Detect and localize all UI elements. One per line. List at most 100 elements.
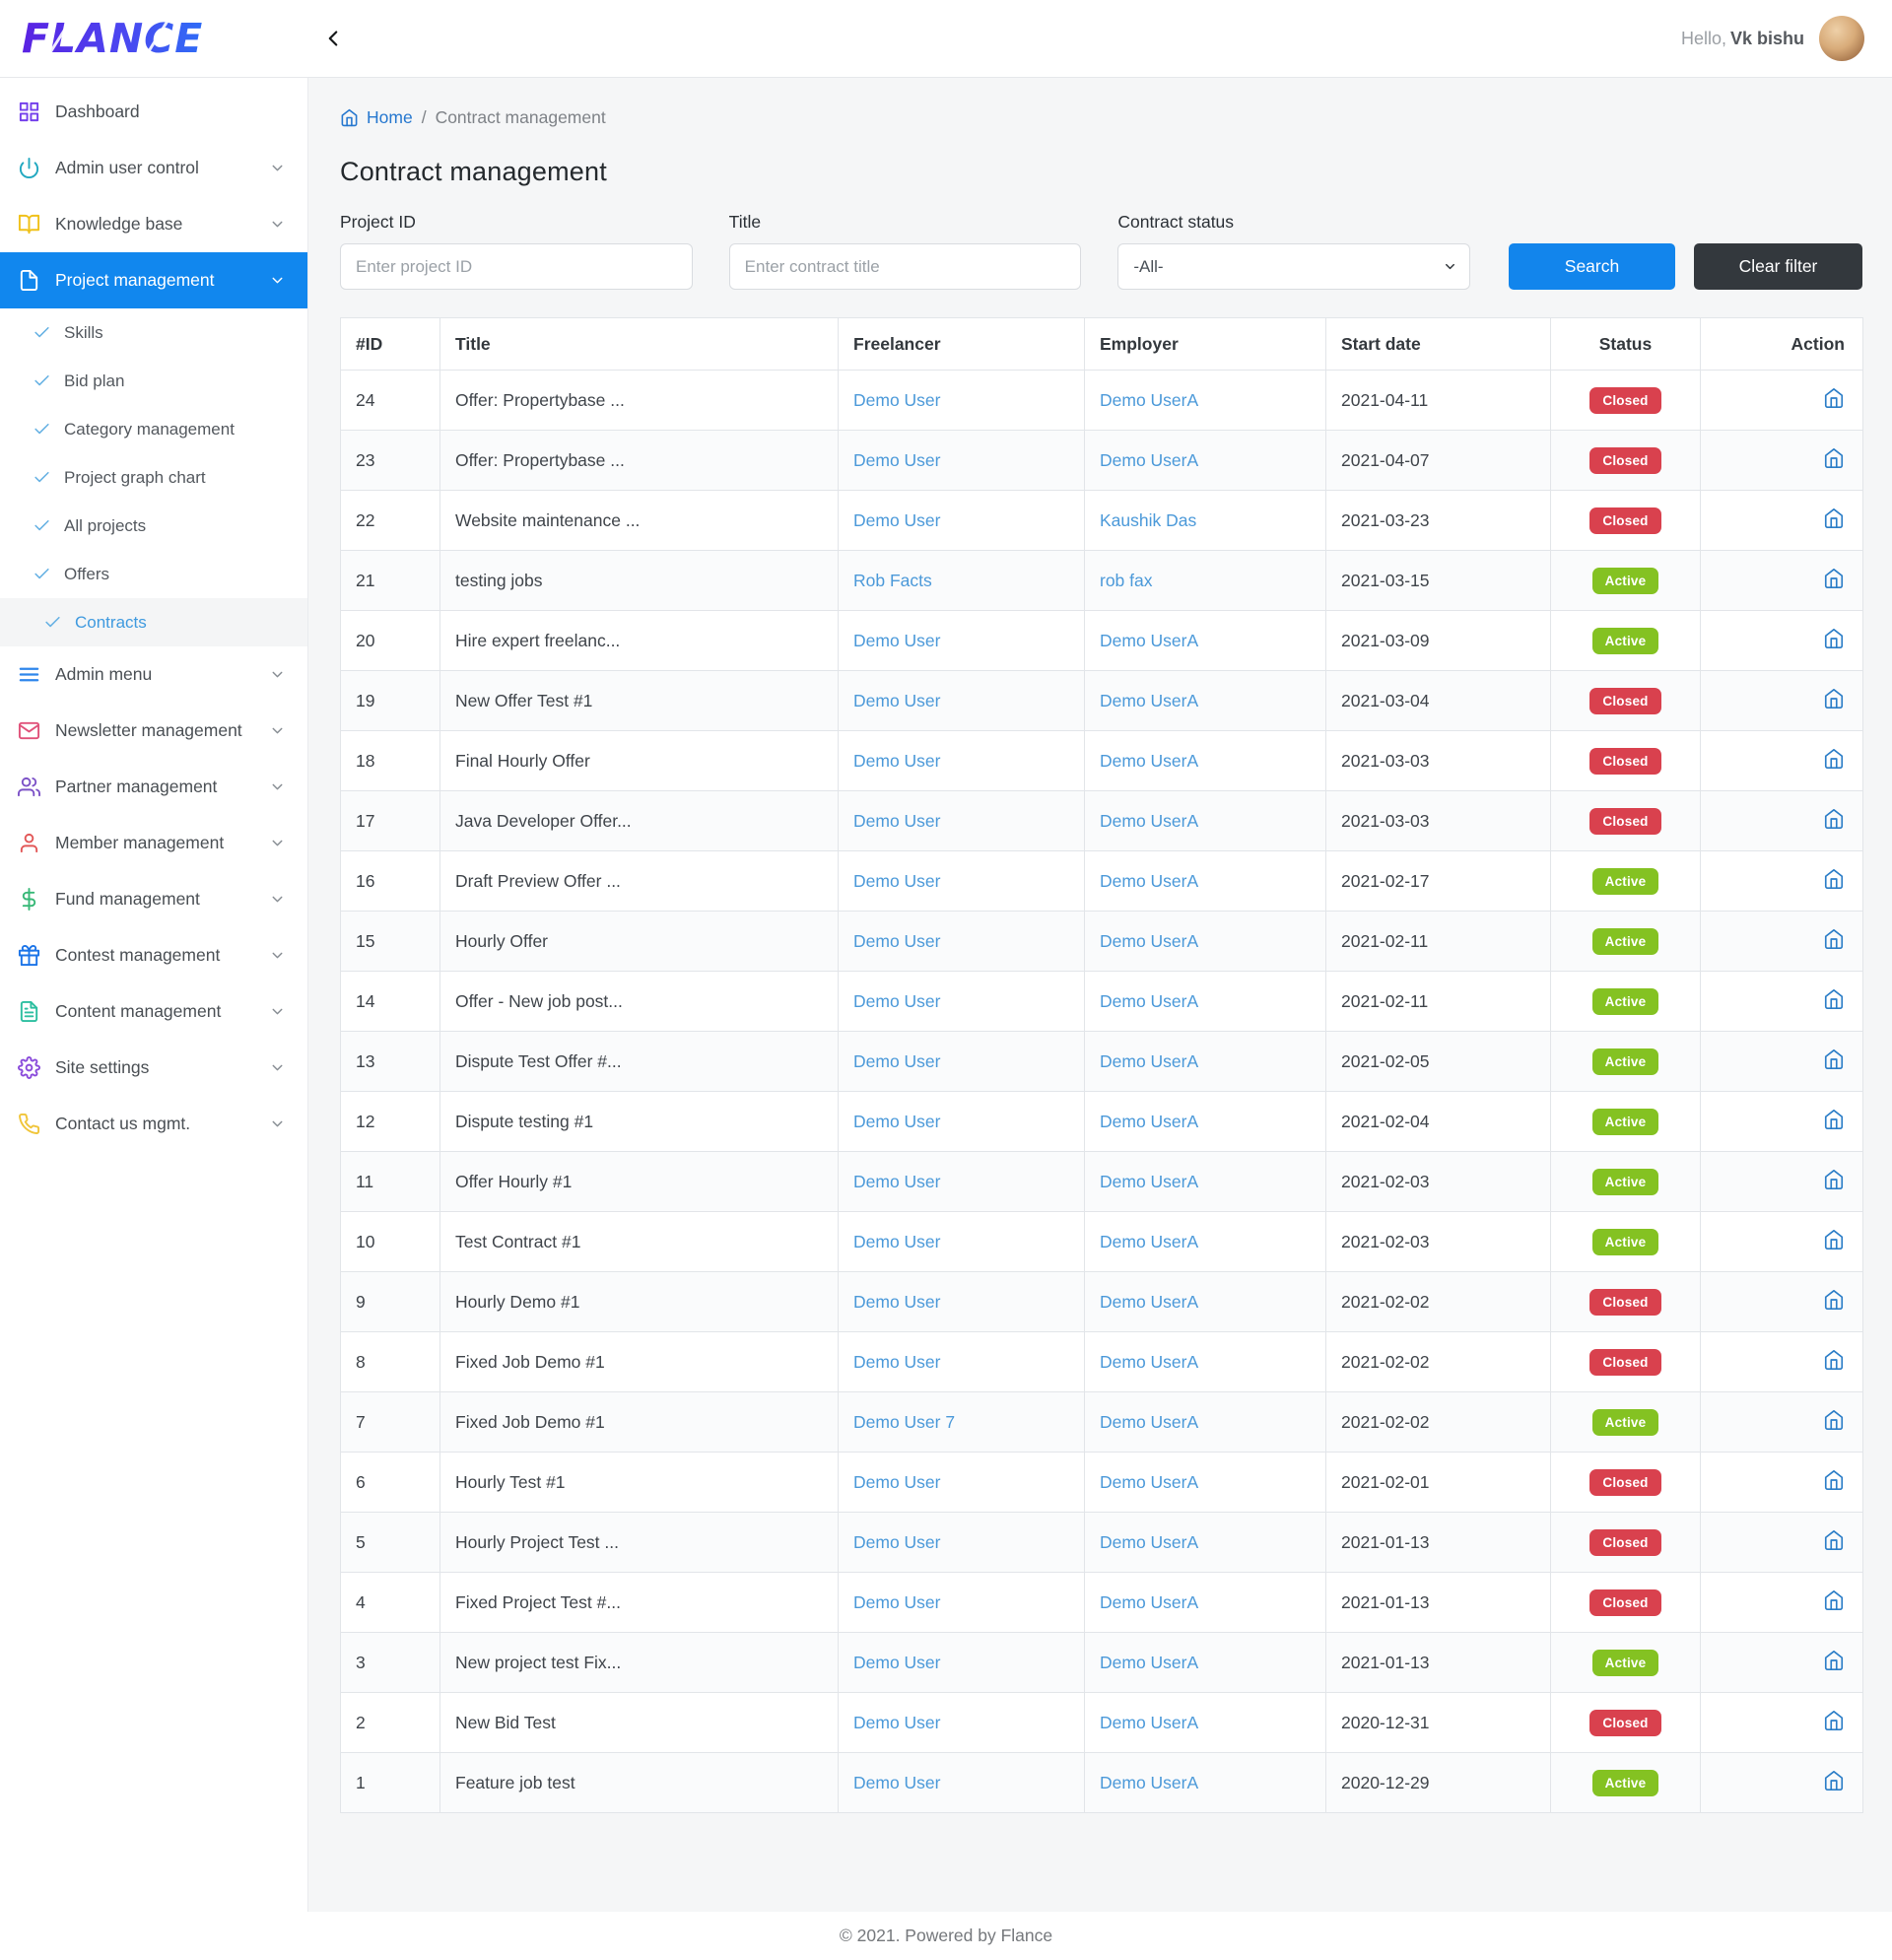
freelancer-link[interactable]: Demo User <box>853 390 941 410</box>
freelancer-link[interactable]: Demo User <box>853 1172 941 1191</box>
home-action-icon[interactable] <box>1823 628 1845 649</box>
freelancer-link[interactable]: Rob Facts <box>853 571 932 590</box>
home-action-icon[interactable] <box>1823 688 1845 710</box>
search-button[interactable]: Search <box>1509 243 1675 290</box>
sidebar-item-content-management[interactable]: Content management <box>0 983 307 1040</box>
freelancer-link[interactable]: Demo User <box>853 1112 941 1131</box>
employer-link[interactable]: Demo UserA <box>1100 1292 1198 1312</box>
sidebar-item-category-management[interactable]: Category management <box>0 405 307 453</box>
employer-link[interactable]: Demo UserA <box>1100 1172 1198 1191</box>
home-action-icon[interactable] <box>1823 1229 1845 1250</box>
employer-link[interactable]: Demo UserA <box>1100 751 1198 771</box>
home-action-icon[interactable] <box>1823 507 1845 529</box>
home-action-icon[interactable] <box>1823 447 1845 469</box>
employer-link[interactable]: Demo UserA <box>1100 1112 1198 1131</box>
employer-link[interactable]: rob fax <box>1100 571 1153 590</box>
home-action-icon[interactable] <box>1823 1289 1845 1311</box>
sidebar-item-admin-user-control[interactable]: Admin user control <box>0 140 307 196</box>
freelancer-link[interactable]: Demo User <box>853 811 941 831</box>
sidebar-collapse-button[interactable] <box>316 22 350 55</box>
sidebar-item-member-management[interactable]: Member management <box>0 815 307 871</box>
home-action-icon[interactable] <box>1823 988 1845 1010</box>
home-action-icon[interactable] <box>1823 808 1845 830</box>
sidebar-item-knowledge-base[interactable]: Knowledge base <box>0 196 307 252</box>
sidebar-item-all-projects[interactable]: All projects <box>0 502 307 550</box>
employer-link[interactable]: Demo UserA <box>1100 450 1198 470</box>
home-action-icon[interactable] <box>1823 1469 1845 1491</box>
employer-link[interactable]: Demo UserA <box>1100 691 1198 710</box>
sidebar-item-partner-management[interactable]: Partner management <box>0 759 307 815</box>
sidebar-item-site-settings[interactable]: Site settings <box>0 1040 307 1096</box>
employer-link[interactable]: Demo UserA <box>1100 1773 1198 1792</box>
sidebar-item-admin-menu[interactable]: Admin menu <box>0 646 307 703</box>
home-action-icon[interactable] <box>1823 1169 1845 1190</box>
home-action-icon[interactable] <box>1823 387 1845 409</box>
employer-link[interactable]: Demo UserA <box>1100 991 1198 1011</box>
employer-link[interactable]: Kaushik Das <box>1100 510 1196 530</box>
sidebar-item-skills[interactable]: Skills <box>0 308 307 357</box>
employer-link[interactable]: Demo UserA <box>1100 1653 1198 1672</box>
home-action-icon[interactable] <box>1823 748 1845 770</box>
employer-link[interactable]: Demo UserA <box>1100 1352 1198 1372</box>
freelancer-link[interactable]: Demo User <box>853 991 941 1011</box>
freelancer-link[interactable]: Demo User <box>853 510 941 530</box>
freelancer-link[interactable]: Demo User <box>853 1232 941 1251</box>
employer-link[interactable]: Demo UserA <box>1100 1713 1198 1732</box>
home-action-icon[interactable] <box>1823 1349 1845 1371</box>
employer-link[interactable]: Demo UserA <box>1100 811 1198 831</box>
sidebar-item-offers[interactable]: Offers <box>0 550 307 598</box>
freelancer-link[interactable]: Demo User <box>853 1472 941 1492</box>
freelancer-link[interactable]: Demo User <box>853 691 941 710</box>
home-action-icon[interactable] <box>1823 568 1845 589</box>
home-action-icon[interactable] <box>1823 1109 1845 1130</box>
freelancer-link[interactable]: Demo User <box>853 1773 941 1792</box>
breadcrumb-home-link[interactable]: Home <box>340 107 413 128</box>
employer-link[interactable]: Demo UserA <box>1100 1051 1198 1071</box>
freelancer-link[interactable]: Demo User <box>853 1592 941 1612</box>
freelancer-link[interactable]: Demo User <box>853 631 941 650</box>
freelancer-link[interactable]: Demo User <box>853 1653 941 1672</box>
sidebar-item-bid-plan[interactable]: Bid plan <box>0 357 307 405</box>
home-action-icon[interactable] <box>1823 1048 1845 1070</box>
sidebar-item-contracts[interactable]: Contracts <box>0 598 307 646</box>
home-action-icon[interactable] <box>1823 1650 1845 1671</box>
home-action-icon[interactable] <box>1823 868 1845 890</box>
home-action-icon[interactable] <box>1823 1770 1845 1791</box>
freelancer-link[interactable]: Demo User <box>853 931 941 951</box>
sidebar-item-project-graph-chart[interactable]: Project graph chart <box>0 453 307 502</box>
home-action-icon[interactable] <box>1823 1529 1845 1551</box>
home-action-icon[interactable] <box>1823 1710 1845 1731</box>
home-action-icon[interactable] <box>1823 1409 1845 1431</box>
employer-link[interactable]: Demo UserA <box>1100 390 1198 410</box>
freelancer-link[interactable]: Demo User <box>853 1292 941 1312</box>
freelancer-link[interactable]: Demo User <box>853 1532 941 1552</box>
freelancer-link[interactable]: Demo User <box>853 1713 941 1732</box>
employer-link[interactable]: Demo UserA <box>1100 931 1198 951</box>
sidebar-item-contact-us-mgmt[interactable]: Contact us mgmt. <box>0 1096 307 1152</box>
employer-link[interactable]: Demo UserA <box>1100 1472 1198 1492</box>
employer-link[interactable]: Demo UserA <box>1100 631 1198 650</box>
sidebar-item-dashboard[interactable]: Dashboard <box>0 84 307 140</box>
contract-title-input[interactable] <box>729 243 1082 290</box>
freelancer-link[interactable]: Demo User <box>853 1352 941 1372</box>
flance-logo[interactable]: FLANCE <box>20 14 235 63</box>
employer-link[interactable]: Demo UserA <box>1100 1532 1198 1552</box>
contract-status-select[interactable]: -All- <box>1117 243 1470 290</box>
clear-filter-button[interactable]: Clear filter <box>1694 243 1862 290</box>
sidebar-item-newsletter-management[interactable]: Newsletter management <box>0 703 307 759</box>
employer-link[interactable]: Demo UserA <box>1100 871 1198 891</box>
employer-link[interactable]: Demo UserA <box>1100 1412 1198 1432</box>
employer-link[interactable]: Demo UserA <box>1100 1232 1198 1251</box>
freelancer-link[interactable]: Demo User 7 <box>853 1412 955 1432</box>
sidebar-item-fund-management[interactable]: Fund management <box>0 871 307 927</box>
freelancer-link[interactable]: Demo User <box>853 1051 941 1071</box>
home-action-icon[interactable] <box>1823 1589 1845 1611</box>
sidebar-item-contest-management[interactable]: Contest management <box>0 927 307 983</box>
project-id-input[interactable] <box>340 243 693 290</box>
sidebar-item-project-management[interactable]: Project management <box>0 252 307 308</box>
freelancer-link[interactable]: Demo User <box>853 871 941 891</box>
home-action-icon[interactable] <box>1823 928 1845 950</box>
employer-link[interactable]: Demo UserA <box>1100 1592 1198 1612</box>
freelancer-link[interactable]: Demo User <box>853 450 941 470</box>
freelancer-link[interactable]: Demo User <box>853 751 941 771</box>
